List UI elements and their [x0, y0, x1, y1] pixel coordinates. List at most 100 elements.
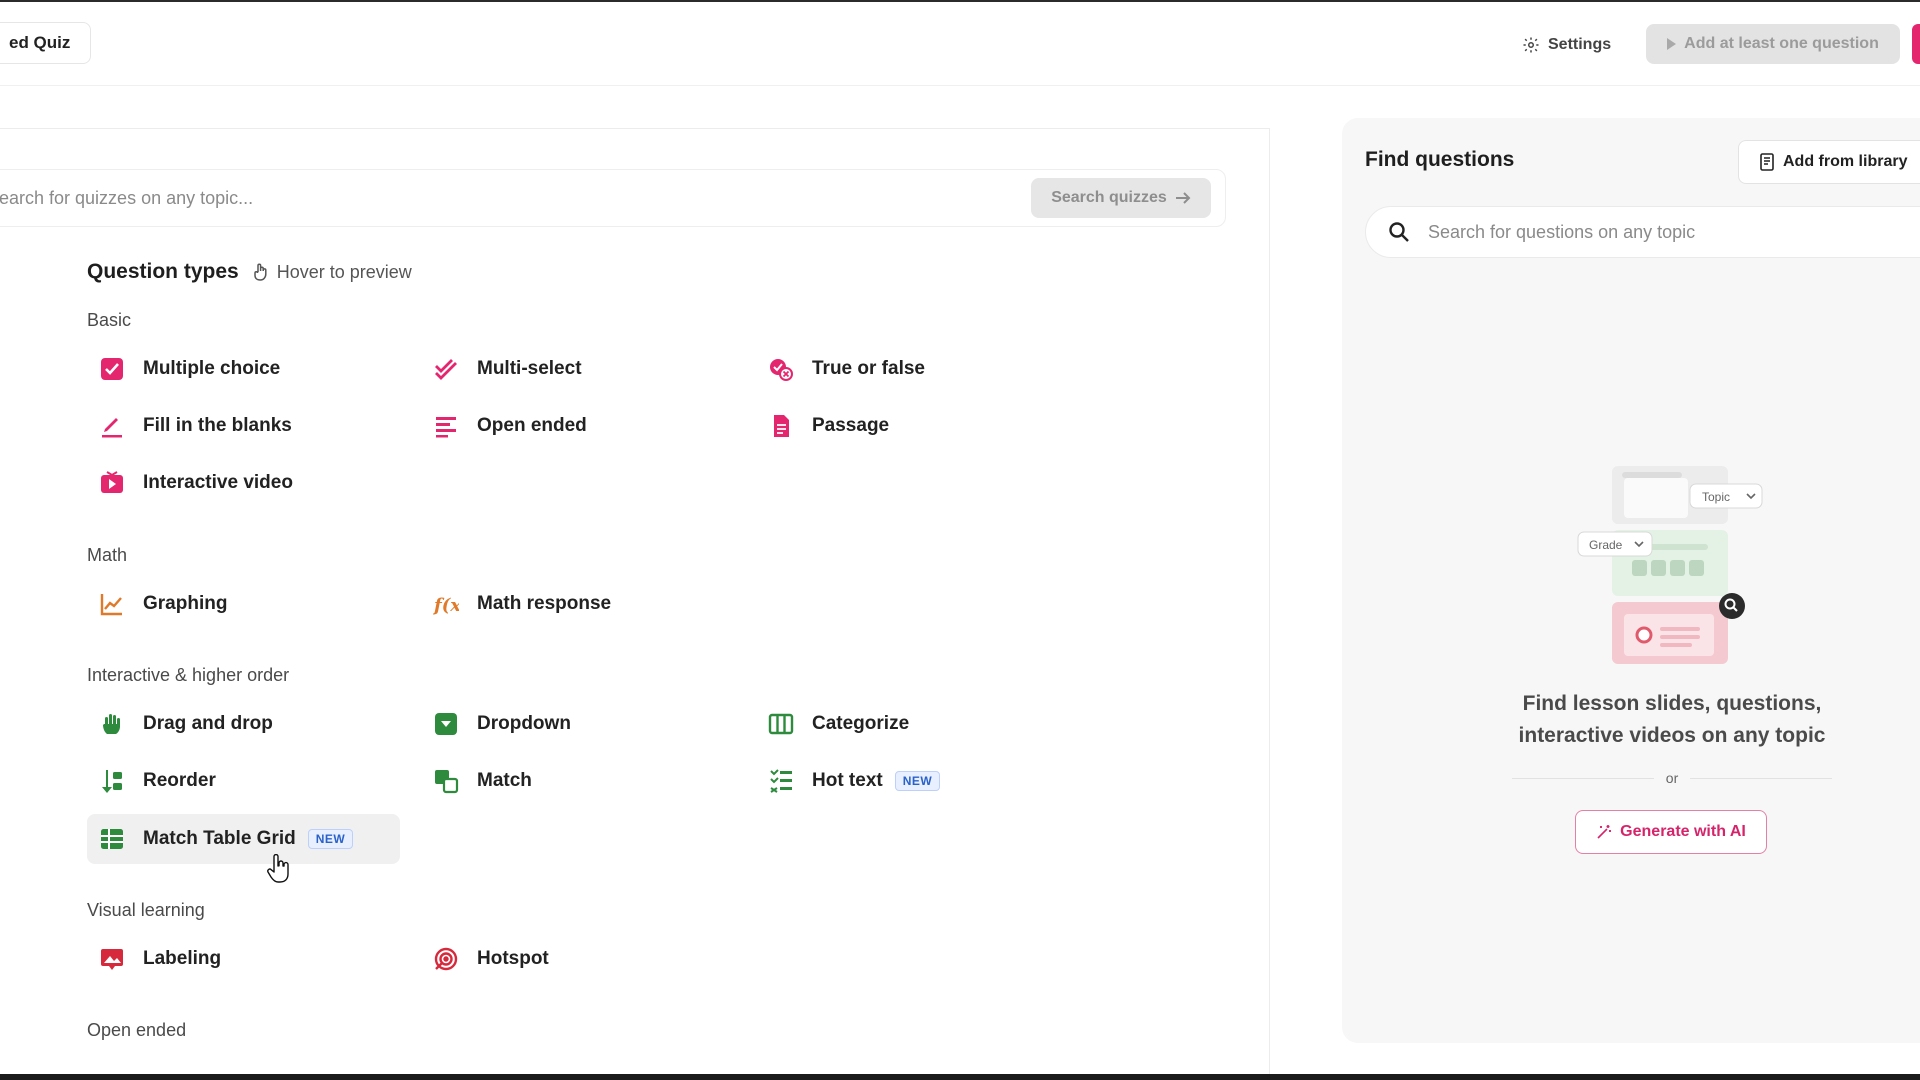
settings-label: Settings — [1548, 36, 1612, 53]
qtype-dropdown[interactable]: Dropdown — [421, 699, 571, 749]
qtype-label: Reorder — [143, 770, 216, 791]
checkbox-icon — [97, 354, 127, 384]
find-questions-title: Find questions — [1365, 148, 1515, 171]
grade-chip-label: Grade — [1589, 538, 1623, 552]
generate-with-ai-button[interactable]: Generate with AI — [1575, 810, 1767, 854]
text-lines-icon — [431, 411, 461, 441]
qtype-reorder[interactable]: Reorder — [87, 756, 216, 806]
image-label-icon — [97, 944, 127, 974]
qtype-label: Math response — [477, 593, 612, 614]
qtype-match[interactable]: Match — [421, 756, 532, 806]
section-open-ended: Open ended — [87, 1020, 187, 1040]
qtype-label: Passage — [812, 415, 890, 436]
qtype-label: Categorize — [812, 713, 910, 734]
play-icon — [1667, 38, 1677, 50]
qtype-label: Fill in the blanks — [143, 415, 292, 436]
qtype-categorize[interactable]: Categorize — [756, 699, 909, 749]
qtype-label: Drag and drop — [143, 713, 273, 734]
add-from-library-label: Add from library — [1783, 153, 1908, 170]
empty-state-line-1: Find lesson slides, questions, — [1522, 692, 1822, 715]
qtype-interactive-video[interactable]: Interactive video — [87, 458, 293, 508]
search-illustration: Topic Grade — [1577, 466, 1763, 664]
arrow-right-icon — [1175, 192, 1191, 204]
question-types-title: Question types — [87, 260, 239, 283]
qtype-label: Hot text — [812, 770, 883, 791]
topic-chip-label: Topic — [1702, 490, 1730, 504]
new-badge: NEW — [894, 771, 941, 791]
save-button-edge[interactable] — [1912, 24, 1920, 64]
qtype-open-ended[interactable]: Open ended — [421, 401, 587, 451]
or-label: or — [1665, 770, 1679, 786]
qtype-match-table-grid[interactable]: Match Table Grid NEW — [87, 814, 400, 864]
hand-grab-icon — [97, 709, 127, 739]
quiz-title-tab[interactable]: ed Quiz — [0, 22, 92, 64]
qtype-hotspot[interactable]: Hotspot — [421, 934, 549, 984]
or-divider: or — [1512, 770, 1833, 786]
hot-text-icon — [766, 766, 796, 796]
hover-hint-label: Hover to preview — [276, 261, 412, 282]
video-play-icon — [97, 468, 127, 498]
qtype-multiple-choice[interactable]: Multiple choice — [87, 344, 280, 394]
qtype-math-response[interactable]: f(x) Math response — [421, 579, 611, 629]
divider-line — [1512, 777, 1654, 779]
section-visual: Visual learning — [87, 900, 205, 920]
target-icon — [431, 944, 461, 974]
bottom-edge — [0, 1074, 1920, 1080]
find-questions-panel: Find questions Add from library Search f… — [1342, 118, 1920, 1043]
dropdown-icon — [431, 709, 461, 739]
qtype-label: Match Table Grid — [143, 828, 296, 849]
qtype-label: Dropdown — [477, 713, 571, 734]
qtype-true-false[interactable]: True or false — [756, 344, 925, 394]
question-search-input[interactable]: Search for questions on any topic — [1428, 222, 1695, 243]
qtype-label: Match — [477, 770, 532, 791]
search-icon — [1389, 222, 1409, 242]
search-quizzes-button[interactable]: Search quizzes — [1031, 178, 1211, 218]
library-book-icon — [1760, 153, 1774, 171]
top-bar: ed Quiz Settings Add at least one questi… — [0, 2, 1920, 86]
qtype-multi-select[interactable]: Multi-select — [421, 344, 582, 394]
hover-hint: Hover to preview — [253, 262, 412, 283]
section-basic: Basic — [87, 310, 132, 330]
pencil-line-icon — [97, 411, 127, 441]
columns-icon — [766, 709, 796, 739]
publish-button[interactable]: Add at least one question — [1646, 24, 1900, 64]
qtype-label: Multi-select — [477, 358, 582, 379]
quiz-search-bar[interactable]: earch for quizzes on any topic... Search… — [0, 169, 1226, 227]
add-from-library-button[interactable]: Add from library — [1738, 140, 1920, 184]
true-false-icon — [766, 354, 796, 384]
hand-cursor-icon — [267, 854, 289, 883]
table-grid-icon — [97, 824, 127, 854]
empty-state-line-2: interactive videos on any topic — [1518, 724, 1826, 747]
qtype-label: Graphing — [143, 593, 228, 614]
publish-label: Add at least one question — [1684, 35, 1879, 52]
question-types-header: Question types Hover to preview — [87, 260, 412, 284]
function-icon: f(x) — [431, 589, 461, 619]
qtype-label: Open ended — [477, 415, 587, 436]
qtype-fill-blanks[interactable]: Fill in the blanks — [87, 401, 292, 451]
sort-arrows-icon — [97, 766, 127, 796]
magic-wand-icon — [1597, 825, 1612, 839]
gear-icon — [1523, 37, 1539, 53]
pointer-hand-icon — [253, 263, 267, 281]
question-search-bar[interactable]: Search for questions on any topic — [1365, 206, 1920, 258]
qtype-label: Hotspot — [477, 948, 549, 969]
search-quizzes-label: Search quizzes — [1051, 189, 1167, 206]
new-badge: NEW — [307, 829, 354, 849]
section-math: Math — [87, 545, 128, 565]
generate-with-ai-label: Generate with AI — [1620, 823, 1746, 840]
svg-text:f(x): f(x) — [433, 595, 459, 616]
line-graph-icon — [97, 589, 127, 619]
settings-button[interactable]: Settings — [1522, 28, 1611, 62]
qtype-hot-text[interactable]: Hot text NEW — [756, 756, 941, 806]
qtype-passage[interactable]: Passage — [756, 401, 889, 451]
qtype-graphing[interactable]: Graphing — [87, 579, 227, 629]
match-squares-icon — [431, 766, 461, 796]
empty-state-text: Find lesson slides, questions, interacti… — [1342, 688, 1920, 752]
quiz-search-input[interactable]: earch for quizzes on any topic... — [0, 188, 253, 209]
qtype-drag-drop[interactable]: Drag and drop — [87, 699, 273, 749]
qtype-labeling[interactable]: Labeling — [87, 934, 221, 984]
qtype-label: True or false — [812, 358, 925, 379]
qtype-label: Multiple choice — [143, 358, 281, 379]
divider-line — [1690, 777, 1833, 779]
section-interactive: Interactive & higher order — [87, 665, 290, 685]
